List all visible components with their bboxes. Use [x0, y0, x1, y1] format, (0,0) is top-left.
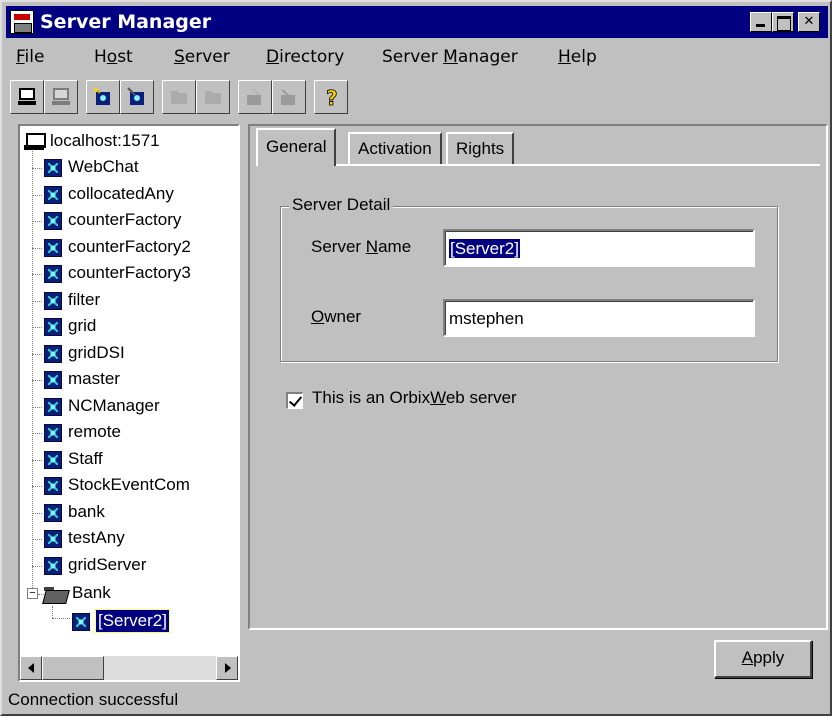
general-tab-content: Server Detail Server Name [Server2] Owne…: [256, 164, 820, 624]
kill-icon: [281, 89, 295, 105]
tree-item-server[interactable]: testAny: [20, 527, 238, 551]
new-host-button[interactable]: [10, 80, 44, 114]
server-node-icon: [44, 318, 62, 336]
menu-directory[interactable]: Directory: [266, 47, 344, 67]
server-name-input[interactable]: [Server2]: [443, 229, 755, 267]
split-pane-divider[interactable]: [240, 124, 248, 682]
server-detail-group: Server Detail Server Name [Server2] Owne…: [280, 195, 778, 362]
window-title: Server Manager: [40, 11, 212, 33]
menu-bar: File Host Server Directory Server Manage…: [6, 42, 828, 72]
new-server-button[interactable]: [86, 80, 120, 114]
remove-host-icon: [52, 88, 70, 105]
status-bar: Connection successful: [8, 690, 179, 709]
server-node-icon: [44, 477, 62, 495]
title-bar: Server Manager ✕: [6, 6, 828, 38]
tree-item-server[interactable]: NCManager: [20, 395, 238, 419]
tree-item-server[interactable]: master: [20, 368, 238, 392]
maximize-button[interactable]: [772, 12, 794, 32]
orbix-web-server-checkbox[interactable]: [286, 392, 303, 409]
tree-item-server[interactable]: counterFactory2: [20, 236, 238, 260]
new-host-icon: [18, 88, 36, 105]
owner-label: Owner: [311, 307, 362, 326]
orbix-web-server-label[interactable]: This is an OrbixWeb server: [312, 388, 517, 408]
menu-host[interactable]: Host: [94, 47, 133, 67]
remove-server-button[interactable]: [120, 80, 154, 114]
minimize-button[interactable]: [750, 12, 772, 32]
scroll-left-icon[interactable]: [20, 656, 42, 680]
server-node-icon: [44, 159, 62, 177]
scroll-right-icon[interactable]: [216, 656, 238, 680]
launch-button[interactable]: [238, 80, 272, 114]
tree-item-server[interactable]: StockEventCom: [20, 474, 238, 498]
remove-folder-icon: [205, 91, 221, 104]
new-folder-button[interactable]: [162, 80, 196, 114]
server-node-icon: [72, 613, 90, 631]
kill-button[interactable]: [272, 80, 306, 114]
server-node-icon: [44, 238, 62, 257]
remove-server-icon: [127, 87, 144, 105]
group-title: Server Detail: [289, 195, 394, 215]
open-folder-icon: [44, 585, 68, 603]
server-node-icon: [44, 424, 62, 442]
server-node-icon: [44, 291, 62, 310]
server-node-icon: [44, 556, 62, 575]
menu-help[interactable]: Help: [558, 47, 597, 67]
collapse-icon[interactable]: −: [27, 588, 38, 599]
server-tree[interactable]: localhost:1571 WebChat collocatedAny count…: [18, 124, 240, 682]
server-manager-window: Server Manager ✕ File Host Server Direct…: [0, 0, 832, 716]
tree-item-server[interactable]: counterFactory3: [20, 262, 238, 286]
tree-item-server[interactable]: Staff: [20, 448, 238, 472]
remove-host-button[interactable]: [44, 80, 78, 114]
help-icon: ?: [326, 87, 338, 107]
server-node-icon: [44, 530, 62, 548]
menu-server-manager[interactable]: Server Manager: [382, 47, 518, 67]
scroll-thumb[interactable]: [42, 656, 104, 680]
toolbar: ?: [10, 80, 828, 118]
tree-item-server[interactable]: gridDSI: [20, 342, 238, 366]
menu-file[interactable]: File: [16, 47, 44, 67]
tree-item-server2[interactable]: [Server2]: [20, 609, 238, 634]
tab-general[interactable]: General: [256, 128, 337, 166]
server-node-icon: [44, 371, 62, 389]
app-icon: [10, 10, 34, 34]
tree-item-server[interactable]: collocatedAny: [20, 183, 238, 207]
tree-horizontal-scrollbar[interactable]: [20, 656, 238, 680]
tree-item-server[interactable]: filter: [20, 289, 238, 313]
owner-input[interactable]: mstephen: [443, 299, 755, 337]
new-server-icon: [94, 88, 110, 105]
tree-item-server[interactable]: bank: [20, 501, 238, 525]
tab-rights[interactable]: Rights: [446, 132, 515, 164]
host-computer-icon: [24, 133, 46, 150]
server-node-icon: [44, 397, 62, 416]
tree-item-server[interactable]: gridServer: [20, 554, 238, 578]
tree-item-server[interactable]: counterFactory: [20, 209, 238, 233]
close-button[interactable]: ✕: [798, 12, 820, 32]
launch-icon: [247, 88, 261, 105]
apply-button[interactable]: Apply: [714, 640, 812, 678]
tree-item-server[interactable]: remote: [20, 421, 238, 445]
details-panel: General Activation Rights Server Detail …: [248, 124, 828, 630]
server-node-icon: [44, 450, 62, 469]
menu-server[interactable]: Server: [174, 47, 230, 67]
server-node-icon: [44, 185, 62, 204]
svg-text:?: ?: [326, 87, 338, 107]
server-node-icon: [44, 503, 62, 522]
tree-item-server[interactable]: WebChat: [20, 156, 238, 180]
server-node-icon: [44, 212, 62, 230]
tree-folder-bank[interactable]: − Bank: [20, 582, 238, 606]
remove-folder-button[interactable]: [196, 80, 230, 114]
server-node-icon: [44, 265, 62, 283]
tab-activation[interactable]: Activation: [348, 132, 442, 164]
server-name-label: Server Name: [311, 237, 412, 256]
help-button[interactable]: ?: [314, 80, 348, 114]
tree-item-server[interactable]: grid: [20, 315, 238, 339]
server-node-icon: [44, 344, 62, 363]
new-folder-icon: [171, 91, 187, 104]
